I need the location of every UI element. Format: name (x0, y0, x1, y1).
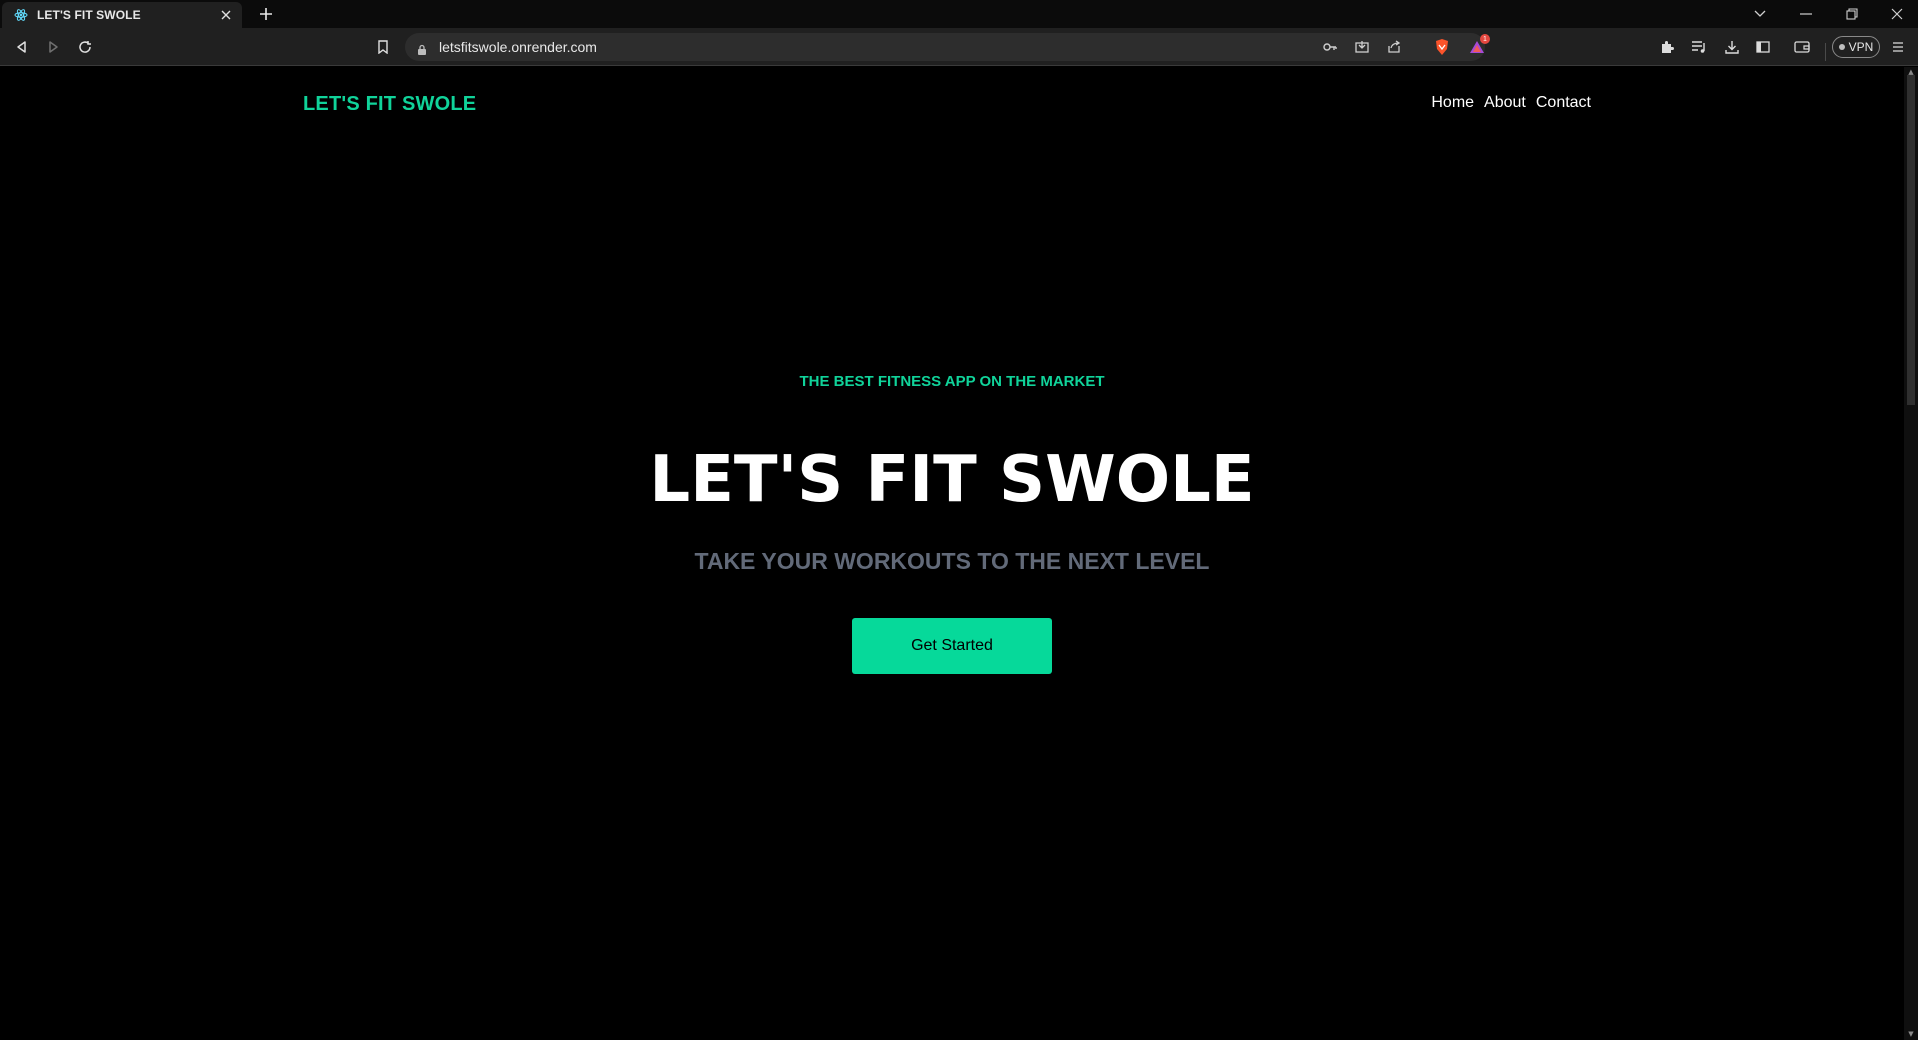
lock-icon (417, 41, 427, 60)
page-scrollbar[interactable]: ▲ ▼ (1904, 67, 1918, 1040)
url-text: letsfitswole.onrender.com (439, 39, 597, 55)
hero-eyebrow: THE BEST FITNESS APP ON THE MARKET (799, 373, 1105, 390)
vpn-status-dot-icon (1838, 44, 1845, 50)
reload-icon[interactable] (75, 37, 95, 57)
vpn-label: VPN (1848, 40, 1874, 54)
extensions-puzzle-icon[interactable] (1657, 37, 1677, 57)
minimize-icon[interactable] (1795, 4, 1817, 24)
omnibox-divider (1825, 43, 1826, 61)
key-icon[interactable] (1320, 37, 1340, 57)
scroll-thumb[interactable] (1907, 75, 1915, 405)
install-app-icon[interactable] (1352, 37, 1372, 57)
bookmark-icon[interactable] (373, 37, 393, 57)
menu-hamburger-icon[interactable] (1888, 37, 1908, 57)
browser-tab[interactable]: LET'S FIT SWOLE (2, 2, 242, 28)
notification-badge: 1 (1480, 34, 1490, 44)
vpn-button[interactable]: VPN (1832, 36, 1880, 58)
site-brand-logo[interactable]: LET'S FIT SWOLE (303, 93, 476, 116)
close-tab-icon[interactable] (218, 7, 234, 23)
get-started-button[interactable]: Get Started (852, 618, 1052, 674)
wallet-icon[interactable] (1792, 37, 1812, 57)
tab-title: LET'S FIT SWOLE (37, 8, 141, 22)
tab-search-chevron-icon[interactable] (1749, 4, 1771, 24)
playlist-icon[interactable] (1689, 37, 1709, 57)
scroll-down-icon[interactable]: ▼ (1907, 1030, 1915, 1038)
nav-link-contact[interactable]: Contact (1536, 94, 1591, 112)
downloads-icon[interactable] (1722, 37, 1742, 57)
brave-shields-icon[interactable] (1432, 37, 1452, 57)
nav-link-home[interactable]: Home (1431, 94, 1474, 112)
site-nav: Home About Contact (1431, 94, 1591, 112)
close-window-icon[interactable] (1886, 4, 1908, 24)
nav-link-about[interactable]: About (1484, 94, 1526, 112)
new-tab-icon[interactable] (256, 4, 276, 24)
address-bar[interactable]: letsfitswole.onrender.com 1 (405, 33, 1826, 61)
share-icon[interactable] (1384, 37, 1404, 57)
hero-title: LET'S FIT SWOLE (649, 443, 1255, 517)
sidebar-icon[interactable] (1753, 37, 1773, 57)
tab-strip: LET'S FIT SWOLE (0, 0, 1918, 28)
restore-icon[interactable] (1841, 4, 1863, 24)
browser-toolbar: letsfitswole.onrender.com 1 VPN (0, 28, 1918, 66)
hero-subtitle: TAKE YOUR WORKOUTS TO THE NEXT LEVEL (694, 548, 1210, 574)
react-atom-icon (14, 8, 28, 22)
back-icon[interactable] (12, 37, 32, 57)
brave-rewards-icon[interactable]: 1 (1467, 34, 1490, 57)
web-page: LET'S FIT SWOLE Home About Contact THE B… (0, 67, 1904, 1040)
forward-icon[interactable] (43, 37, 63, 57)
